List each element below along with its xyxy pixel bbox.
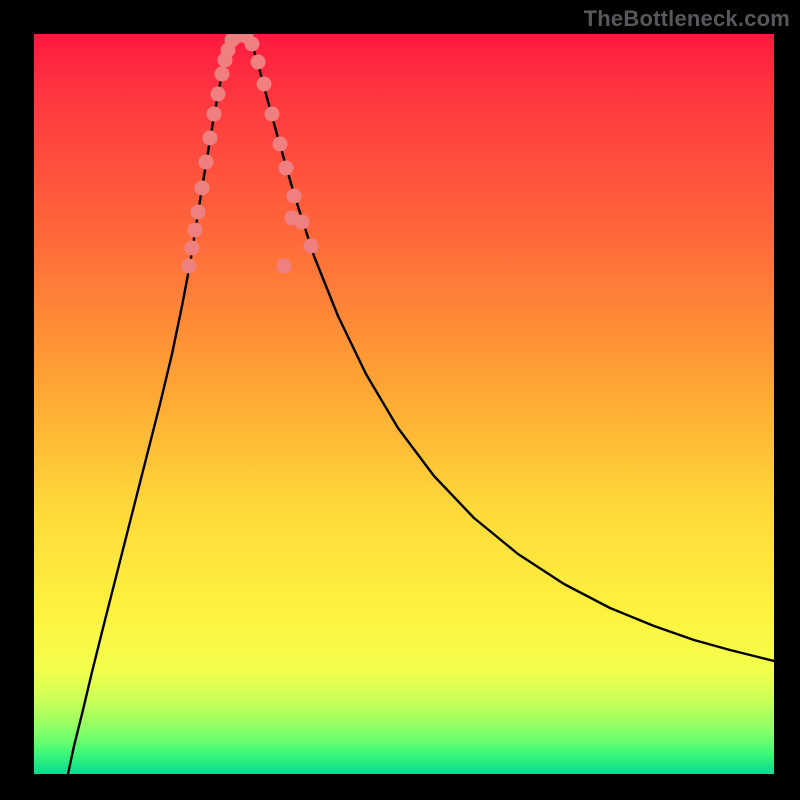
data-point [195, 181, 210, 196]
data-point [251, 55, 266, 70]
chart-plot-area [34, 34, 774, 774]
data-point [211, 87, 226, 102]
data-point [207, 107, 222, 122]
data-point [277, 259, 292, 274]
data-point [188, 223, 203, 238]
data-point [285, 211, 300, 226]
chart-frame: TheBottleneck.com [0, 0, 800, 800]
data-point [199, 155, 214, 170]
data-point [304, 239, 319, 254]
data-point [287, 189, 302, 204]
data-point [273, 137, 288, 152]
watermark-text: TheBottleneck.com [584, 6, 790, 32]
data-point [279, 161, 294, 176]
curve-layer [34, 34, 774, 774]
data-point [215, 67, 230, 82]
data-point [191, 205, 206, 220]
data-point [185, 241, 200, 256]
data-point [265, 107, 280, 122]
data-point [245, 37, 260, 52]
series-right-curve [249, 34, 774, 661]
data-point [182, 259, 197, 274]
data-point [257, 77, 272, 92]
data-point [203, 131, 218, 146]
